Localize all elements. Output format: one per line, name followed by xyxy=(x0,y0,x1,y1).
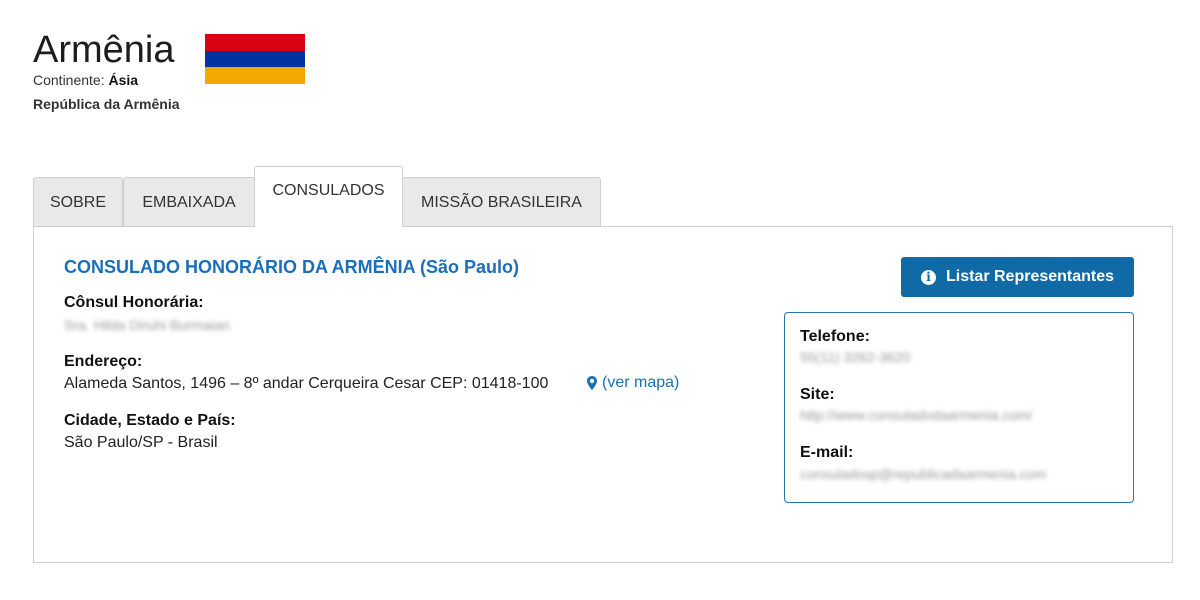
info-icon: i xyxy=(920,269,936,285)
tab-missao-brasileira[interactable]: MISSÃO BRASILEIRA xyxy=(402,177,601,227)
address-label: Endereço: xyxy=(64,353,143,370)
contact-box: Telefone: 55(11) 3262-3620 Site: http://… xyxy=(784,312,1134,503)
continent-line: Continente: Ásia xyxy=(33,72,138,88)
email-label: E-mail: xyxy=(800,444,854,461)
flag-stripe-orange xyxy=(205,67,305,85)
phone-label: Telefone: xyxy=(800,328,870,345)
phone-value: 55(11) 3262-3620 xyxy=(800,349,911,365)
consulate-title: CONSULADO HONORÁRIO DA ARMÊNIA (São Paul… xyxy=(64,257,520,277)
official-name: República da Armênia xyxy=(33,96,180,112)
site-label: Site: xyxy=(800,386,835,403)
map-link-text[interactable]: (ver mapa) xyxy=(602,374,679,392)
city-value: São Paulo/SP - Brasil xyxy=(64,434,218,451)
continent-value: Ásia xyxy=(108,72,139,88)
consulate-panel: CONSULADO HONORÁRIO DA ARMÊNIA (São Paul… xyxy=(33,226,1173,563)
site-link[interactable]: http://www.consuladodaarmenia.com/ xyxy=(800,407,1033,423)
armenia-flag xyxy=(205,34,305,85)
map-link[interactable]: (ver mapa) xyxy=(587,374,679,392)
continent-label: Continente: xyxy=(33,72,105,88)
flag-stripe-red xyxy=(205,34,305,51)
tab-bar: SOBRE EMBAIXADA CONSULADOS MISSÃO BRASIL… xyxy=(33,166,1173,227)
list-representatives-label: Listar Representantes xyxy=(945,268,1115,285)
consul-value: Sra. Hilda Diruhi Burmaian xyxy=(64,317,230,333)
city-label: Cidade, Estado e País: xyxy=(64,412,236,429)
tab-consulados[interactable]: CONSULADOS xyxy=(254,166,403,227)
address-value: Alameda Santos, 1496 – 8º andar Cerqueir… xyxy=(64,375,549,392)
country-title: Armênia xyxy=(33,29,175,71)
tab-sobre[interactable]: SOBRE xyxy=(33,177,123,227)
consul-label: Cônsul Honorária: xyxy=(64,294,204,311)
email-link[interactable]: consuladosp@republicadaarmenia.com xyxy=(800,466,1046,482)
map-marker-icon xyxy=(587,376,597,390)
list-representatives-button[interactable]: i Listar Representantes xyxy=(901,257,1134,297)
tab-embaixada[interactable]: EMBAIXADA xyxy=(123,177,255,227)
flag-stripe-blue xyxy=(205,50,305,68)
